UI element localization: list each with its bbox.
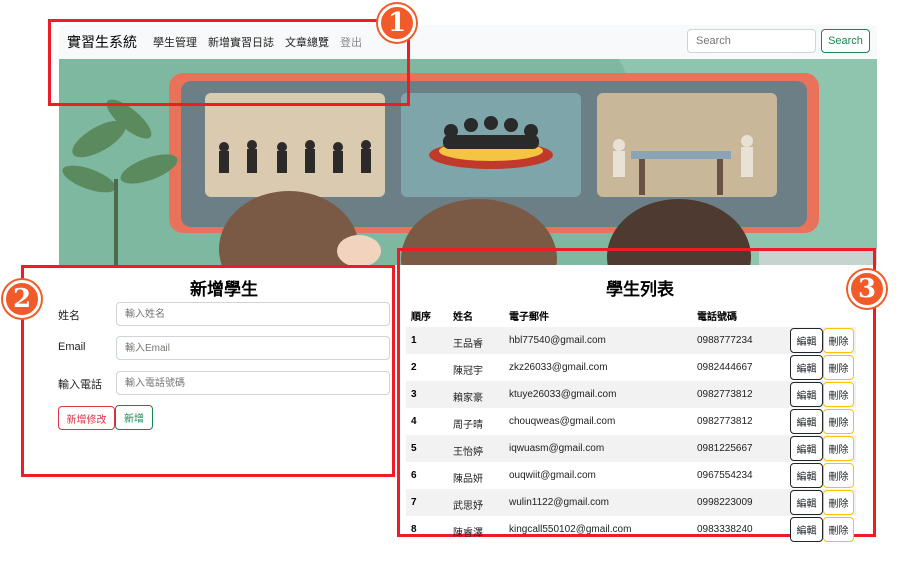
table-row: 6 陳品妍 ouqwiit@gmail.com 0967554234 編輯 刪除 xyxy=(406,462,856,489)
row-name: 王品睿 xyxy=(453,339,483,350)
edit-button[interactable]: 編輯 xyxy=(790,490,823,515)
row-phone: 0982444667 xyxy=(697,362,753,373)
delete-button[interactable]: 刪除 xyxy=(823,517,854,542)
row-order: 6 xyxy=(411,470,417,481)
column-header-phone: 電話號碼 xyxy=(697,312,737,323)
edit-button[interactable]: 編輯 xyxy=(790,328,823,353)
row-name: 王怡婷 xyxy=(453,447,483,458)
row-email: zkz26033@gmail.com xyxy=(509,362,608,373)
row-name: 陳品妍 xyxy=(453,474,483,485)
search-input[interactable] xyxy=(687,29,816,53)
add-button[interactable]: 新增 xyxy=(115,405,153,430)
row-email: ktuye26033@gmail.com xyxy=(509,389,617,400)
delete-button[interactable]: 刪除 xyxy=(823,409,854,434)
row-name: 賴家豪 xyxy=(453,393,483,404)
table-title: 學生列表 xyxy=(606,280,674,299)
row-order: 1 xyxy=(411,335,417,346)
row-order: 8 xyxy=(411,524,417,535)
table-row: 3 賴家豪 ktuye26033@gmail.com 0982773812 編輯… xyxy=(406,381,856,408)
row-name: 陳睿澤 xyxy=(453,528,483,539)
name-input[interactable] xyxy=(116,302,390,326)
row-email: wulin1122@gmail.com xyxy=(509,497,610,508)
delete-button[interactable]: 刪除 xyxy=(823,436,854,461)
row-phone: 0982773812 xyxy=(697,389,753,400)
row-phone: 0988777234 xyxy=(697,335,753,346)
row-name: 武思妤 xyxy=(453,501,483,512)
row-name: 陳冠宇 xyxy=(453,366,483,377)
edit-button[interactable]: 編輯 xyxy=(790,355,823,380)
row-phone: 0998223009 xyxy=(697,497,753,508)
row-order: 7 xyxy=(411,497,417,508)
annotation-box-navbar xyxy=(48,19,410,106)
form-row-email: Email xyxy=(58,336,392,360)
row-email: iqwuasm@gmail.com xyxy=(509,443,605,454)
row-phone: 0982773812 xyxy=(697,416,753,427)
table-row: 1 王品睿 hbl77540@gmail.com 0988777234 編輯 刪… xyxy=(406,327,856,354)
row-email: ouqwiit@gmail.com xyxy=(509,470,596,481)
table-row: 4 周子晴 chouqweas@gmail.com 0982773812 編輯 … xyxy=(406,408,856,435)
row-phone: 0981225667 xyxy=(697,443,753,454)
edit-button[interactable]: 編輯 xyxy=(790,409,823,434)
table-row: 5 王怡婷 iqwuasm@gmail.com 0981225667 編輯 刪除 xyxy=(406,435,856,462)
edit-button[interactable]: 編輯 xyxy=(790,517,823,542)
phone-input[interactable] xyxy=(116,371,390,395)
edit-button[interactable]: 編輯 xyxy=(790,436,823,461)
phone-label: 輸入電話 xyxy=(58,379,102,391)
delete-button[interactable]: 刪除 xyxy=(823,490,854,515)
delete-button[interactable]: 刪除 xyxy=(823,382,854,407)
row-order: 4 xyxy=(411,416,417,427)
column-header-name: 姓名 xyxy=(453,312,473,323)
form-row-phone: 輸入電話 xyxy=(58,371,392,395)
row-order: 3 xyxy=(411,389,417,400)
email-label: Email xyxy=(58,341,86,353)
search-button[interactable]: Search xyxy=(821,29,870,53)
name-label: 姓名 xyxy=(58,310,80,322)
row-email: chouqweas@gmail.com xyxy=(509,416,616,427)
delete-button[interactable]: 刪除 xyxy=(823,463,854,488)
column-header-email: 電子郵件 xyxy=(509,312,549,323)
row-phone: 0983338240 xyxy=(697,524,753,535)
email-input[interactable] xyxy=(116,336,390,360)
delete-button[interactable]: 刪除 xyxy=(823,328,854,353)
annotation-badge-1: 1 xyxy=(378,4,416,42)
row-email: hbl77540@gmail.com xyxy=(509,335,606,346)
form-title: 新增學生 xyxy=(190,280,258,299)
form-row-name: 姓名 xyxy=(58,302,392,326)
delete-button[interactable]: 刪除 xyxy=(823,355,854,380)
table-row: 2 陳冠宇 zkz26033@gmail.com 0982444667 編輯 刪… xyxy=(406,354,856,381)
table-row: 8 陳睿澤 kingcall550102@gmail.com 098333824… xyxy=(406,516,856,543)
row-name: 周子晴 xyxy=(453,420,483,431)
row-email: kingcall550102@gmail.com xyxy=(509,524,632,535)
edit-button[interactable]: 編輯 xyxy=(790,463,823,488)
edit-button[interactable]: 編輯 xyxy=(790,382,823,407)
row-phone: 0967554234 xyxy=(697,470,753,481)
add-edit-button[interactable]: 新增修改 xyxy=(58,406,115,430)
column-header-order: 順序 xyxy=(411,312,431,323)
row-order: 2 xyxy=(411,362,417,373)
row-order: 5 xyxy=(411,443,417,454)
table-row: 7 武思妤 wulin1122@gmail.com 0998223009 編輯 … xyxy=(406,489,856,516)
